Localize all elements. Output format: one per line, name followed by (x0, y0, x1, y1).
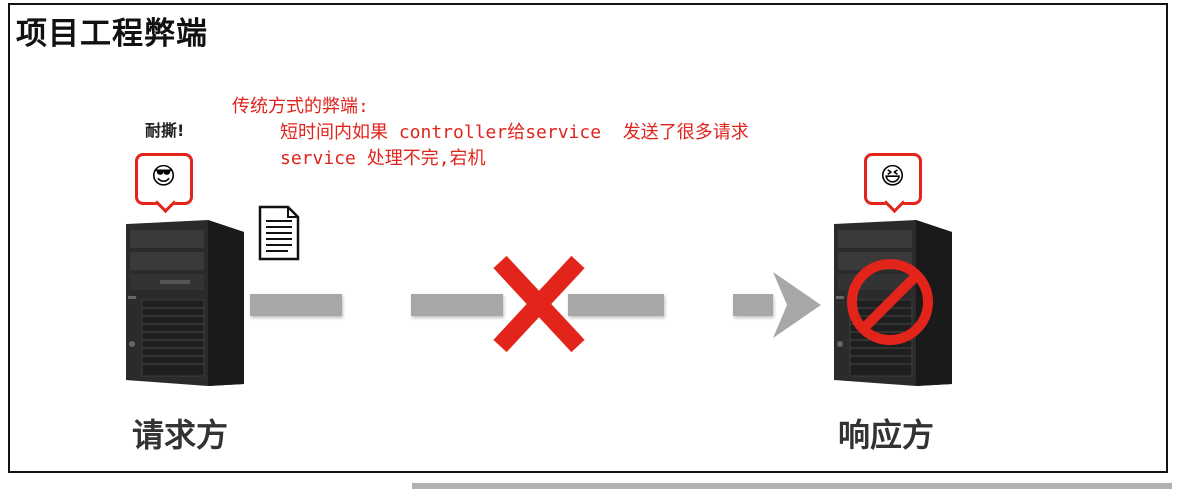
note-line-3: service 处理不完,宕机 (280, 148, 486, 169)
request-dash-4 (733, 294, 773, 316)
bottom-cropped-strip (412, 483, 1172, 489)
note-line-2: 短时间内如果 controller给service 发送了很多请求 (280, 122, 749, 143)
cool-face-icon: 😎 (151, 162, 177, 190)
responder-label: 响应方 (838, 416, 935, 454)
prohibited-icon (847, 259, 933, 345)
document-icon (258, 205, 300, 261)
request-dash-1 (250, 294, 342, 316)
requester-speech: 耐撕! (145, 121, 185, 140)
page-title: 项目工程弊端 (16, 16, 208, 52)
responder-speech-bubble: 😆 (864, 153, 922, 214)
requester-label: 请求方 (132, 416, 229, 454)
requester-server-icon (126, 220, 244, 386)
note-line-1: 传统方式的弊端: (232, 96, 369, 117)
red-cross-icon (493, 256, 585, 352)
requester-speech-bubble: 😎 (135, 153, 193, 214)
crying-laughing-face-icon: 😆 (880, 162, 906, 190)
arrow-head-icon (773, 272, 821, 338)
